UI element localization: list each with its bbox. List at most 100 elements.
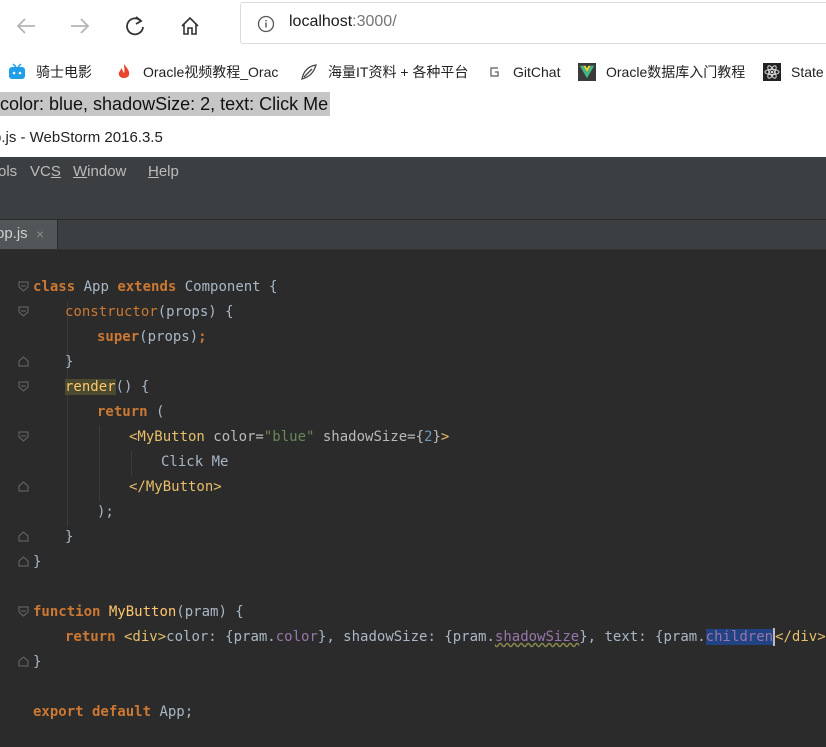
back-button[interactable] bbox=[8, 8, 44, 44]
bookmark-item[interactable]: GitChat bbox=[485, 62, 565, 82]
refresh-icon bbox=[126, 16, 144, 36]
gitchat-icon bbox=[485, 63, 503, 81]
code-text: } bbox=[33, 654, 42, 670]
code-text: } bbox=[33, 554, 42, 570]
jsx-tag: <div> bbox=[115, 629, 167, 645]
forward-button[interactable] bbox=[62, 8, 98, 44]
info-icon[interactable] bbox=[257, 15, 275, 33]
code-line[interactable]: export default App; bbox=[33, 700, 193, 725]
code-line[interactable]: super(props); bbox=[97, 325, 207, 350]
code-line[interactable]: } bbox=[33, 650, 41, 675]
brace: } bbox=[432, 429, 441, 445]
property: color bbox=[275, 629, 318, 645]
menu-mnemonic: S bbox=[50, 163, 61, 180]
bilibili-tv-icon bbox=[8, 63, 26, 81]
code-text: ); bbox=[97, 504, 114, 520]
code-line[interactable]: Click Me bbox=[161, 450, 228, 475]
code-line[interactable]: return ( bbox=[97, 400, 164, 425]
menu-label: indow bbox=[87, 163, 127, 180]
code-line[interactable]: } bbox=[33, 550, 41, 575]
code-line[interactable]: </MyButton> bbox=[129, 475, 222, 500]
keyword: export default bbox=[33, 704, 152, 720]
menu-help[interactable]: Help bbox=[148, 163, 179, 180]
selected-property: children bbox=[705, 629, 774, 645]
code-line[interactable]: <MyButton color="blue" shadowSize={2}> bbox=[129, 425, 449, 450]
code-text: color: {pram. bbox=[166, 629, 276, 645]
editor-tab-app-js[interactable]: pp.js × bbox=[0, 220, 58, 249]
keyword: return bbox=[65, 629, 116, 645]
code-text: (props) { bbox=[157, 304, 234, 320]
indent-guide bbox=[67, 301, 68, 526]
keyword: function bbox=[33, 604, 101, 620]
code-text: } bbox=[65, 529, 74, 545]
url-text[interactable]: localhost:3000/ bbox=[289, 13, 397, 31]
code-line[interactable]: render() { bbox=[65, 375, 149, 400]
code-line[interactable]: ); bbox=[97, 500, 114, 525]
code-line[interactable]: } bbox=[65, 350, 73, 375]
code-line[interactable]: return <div>color: {pram.color}, shadowS… bbox=[65, 625, 826, 650]
url-port-path: :3000/ bbox=[352, 13, 397, 30]
fold-marker-icon[interactable] bbox=[18, 431, 29, 442]
bookmark-item[interactable]: State bbox=[763, 62, 826, 82]
fold-marker-icon[interactable] bbox=[18, 381, 29, 392]
semicolon: ; bbox=[198, 329, 207, 345]
arrow-left-icon bbox=[16, 18, 35, 34]
ide-title-text: p.js - WebStorm 2016.3.5 bbox=[0, 129, 163, 146]
code-editor[interactable]: class App extends Component { constructo… bbox=[0, 251, 826, 747]
code-line[interactable]: function MyButton(pram) { bbox=[33, 600, 244, 625]
fold-marker-icon[interactable] bbox=[18, 281, 29, 292]
bookmark-label: Oracle数据库入门教程 bbox=[606, 64, 746, 80]
code-text: } bbox=[65, 354, 74, 370]
fold-marker-icon[interactable] bbox=[18, 606, 29, 617]
keyword: super bbox=[97, 329, 140, 345]
code-line[interactable]: constructor(props) { bbox=[65, 300, 234, 325]
bookmark-item[interactable]: Oracle数据库入门教程 bbox=[578, 62, 750, 82]
flame-icon bbox=[115, 63, 133, 81]
keyword: extends bbox=[117, 279, 177, 295]
fold-end-icon[interactable] bbox=[18, 481, 29, 492]
fold-end-icon[interactable] bbox=[18, 556, 29, 567]
editor-gutter bbox=[0, 251, 32, 747]
bookmark-item[interactable]: Oracle视频教程_Orac bbox=[115, 62, 287, 82]
fold-marker-icon[interactable] bbox=[18, 306, 29, 317]
code-text: }, text: {pram. bbox=[579, 629, 706, 645]
menu-label: ols bbox=[0, 163, 18, 180]
jsx-tag: </div> bbox=[775, 629, 826, 645]
jsx-tag: </MyButton> bbox=[129, 479, 222, 495]
ide-menubar: ols VCS Window Help bbox=[0, 157, 826, 187]
bookmark-label: Oracle视频教程_Orac bbox=[143, 64, 279, 80]
menu-vcs[interactable]: VCS bbox=[30, 163, 61, 180]
code-line[interactable]: } bbox=[65, 525, 73, 550]
rendered-output-text: color: blue, shadowSize: 2, text: Click … bbox=[0, 92, 331, 116]
jsx-attribute: color= bbox=[204, 429, 264, 445]
leaf-icon bbox=[300, 63, 318, 81]
fold-end-icon[interactable] bbox=[18, 531, 29, 542]
jsx-text: Click Me bbox=[161, 454, 229, 470]
menu-window[interactable]: Window bbox=[73, 163, 126, 180]
jsx-attribute: shadowSize= bbox=[314, 429, 416, 445]
function-name: render bbox=[65, 379, 116, 395]
bookmark-label: GitChat bbox=[513, 64, 561, 80]
code-line[interactable]: class App extends Component { bbox=[33, 275, 277, 300]
menu-label: VC bbox=[30, 163, 51, 180]
menu-label: elp bbox=[158, 163, 179, 180]
menu-mnemonic: W bbox=[73, 163, 88, 180]
ide-window-title: p.js - WebStorm 2016.3.5 bbox=[0, 116, 826, 157]
bookmark-item[interactable]: 海量IT资料 + 各种平台 bbox=[300, 62, 470, 82]
address-bar[interactable]: localhost:3000/ bbox=[240, 2, 826, 44]
jsx-tag: > bbox=[440, 429, 450, 445]
brace: { bbox=[415, 429, 425, 445]
keyword: return bbox=[97, 404, 148, 420]
tab-close-icon[interactable]: × bbox=[36, 220, 44, 248]
function-name: MyButton bbox=[100, 604, 177, 620]
property: shadowSize bbox=[494, 629, 580, 645]
refresh-button[interactable] bbox=[117, 8, 153, 44]
code-text: App; bbox=[151, 704, 194, 720]
bookmark-item[interactable]: 骑士电影 bbox=[8, 62, 108, 82]
home-button[interactable] bbox=[172, 8, 208, 44]
arrow-right-icon bbox=[71, 18, 90, 34]
fold-end-icon[interactable] bbox=[18, 356, 29, 367]
menu-tools[interactable]: ols bbox=[0, 163, 17, 180]
fold-end-icon[interactable] bbox=[18, 656, 29, 667]
bookmarks-bar: 骑士电影 Oracle视频教程_Orac 海量IT资料 + 各种平台 GitCh… bbox=[0, 52, 826, 92]
